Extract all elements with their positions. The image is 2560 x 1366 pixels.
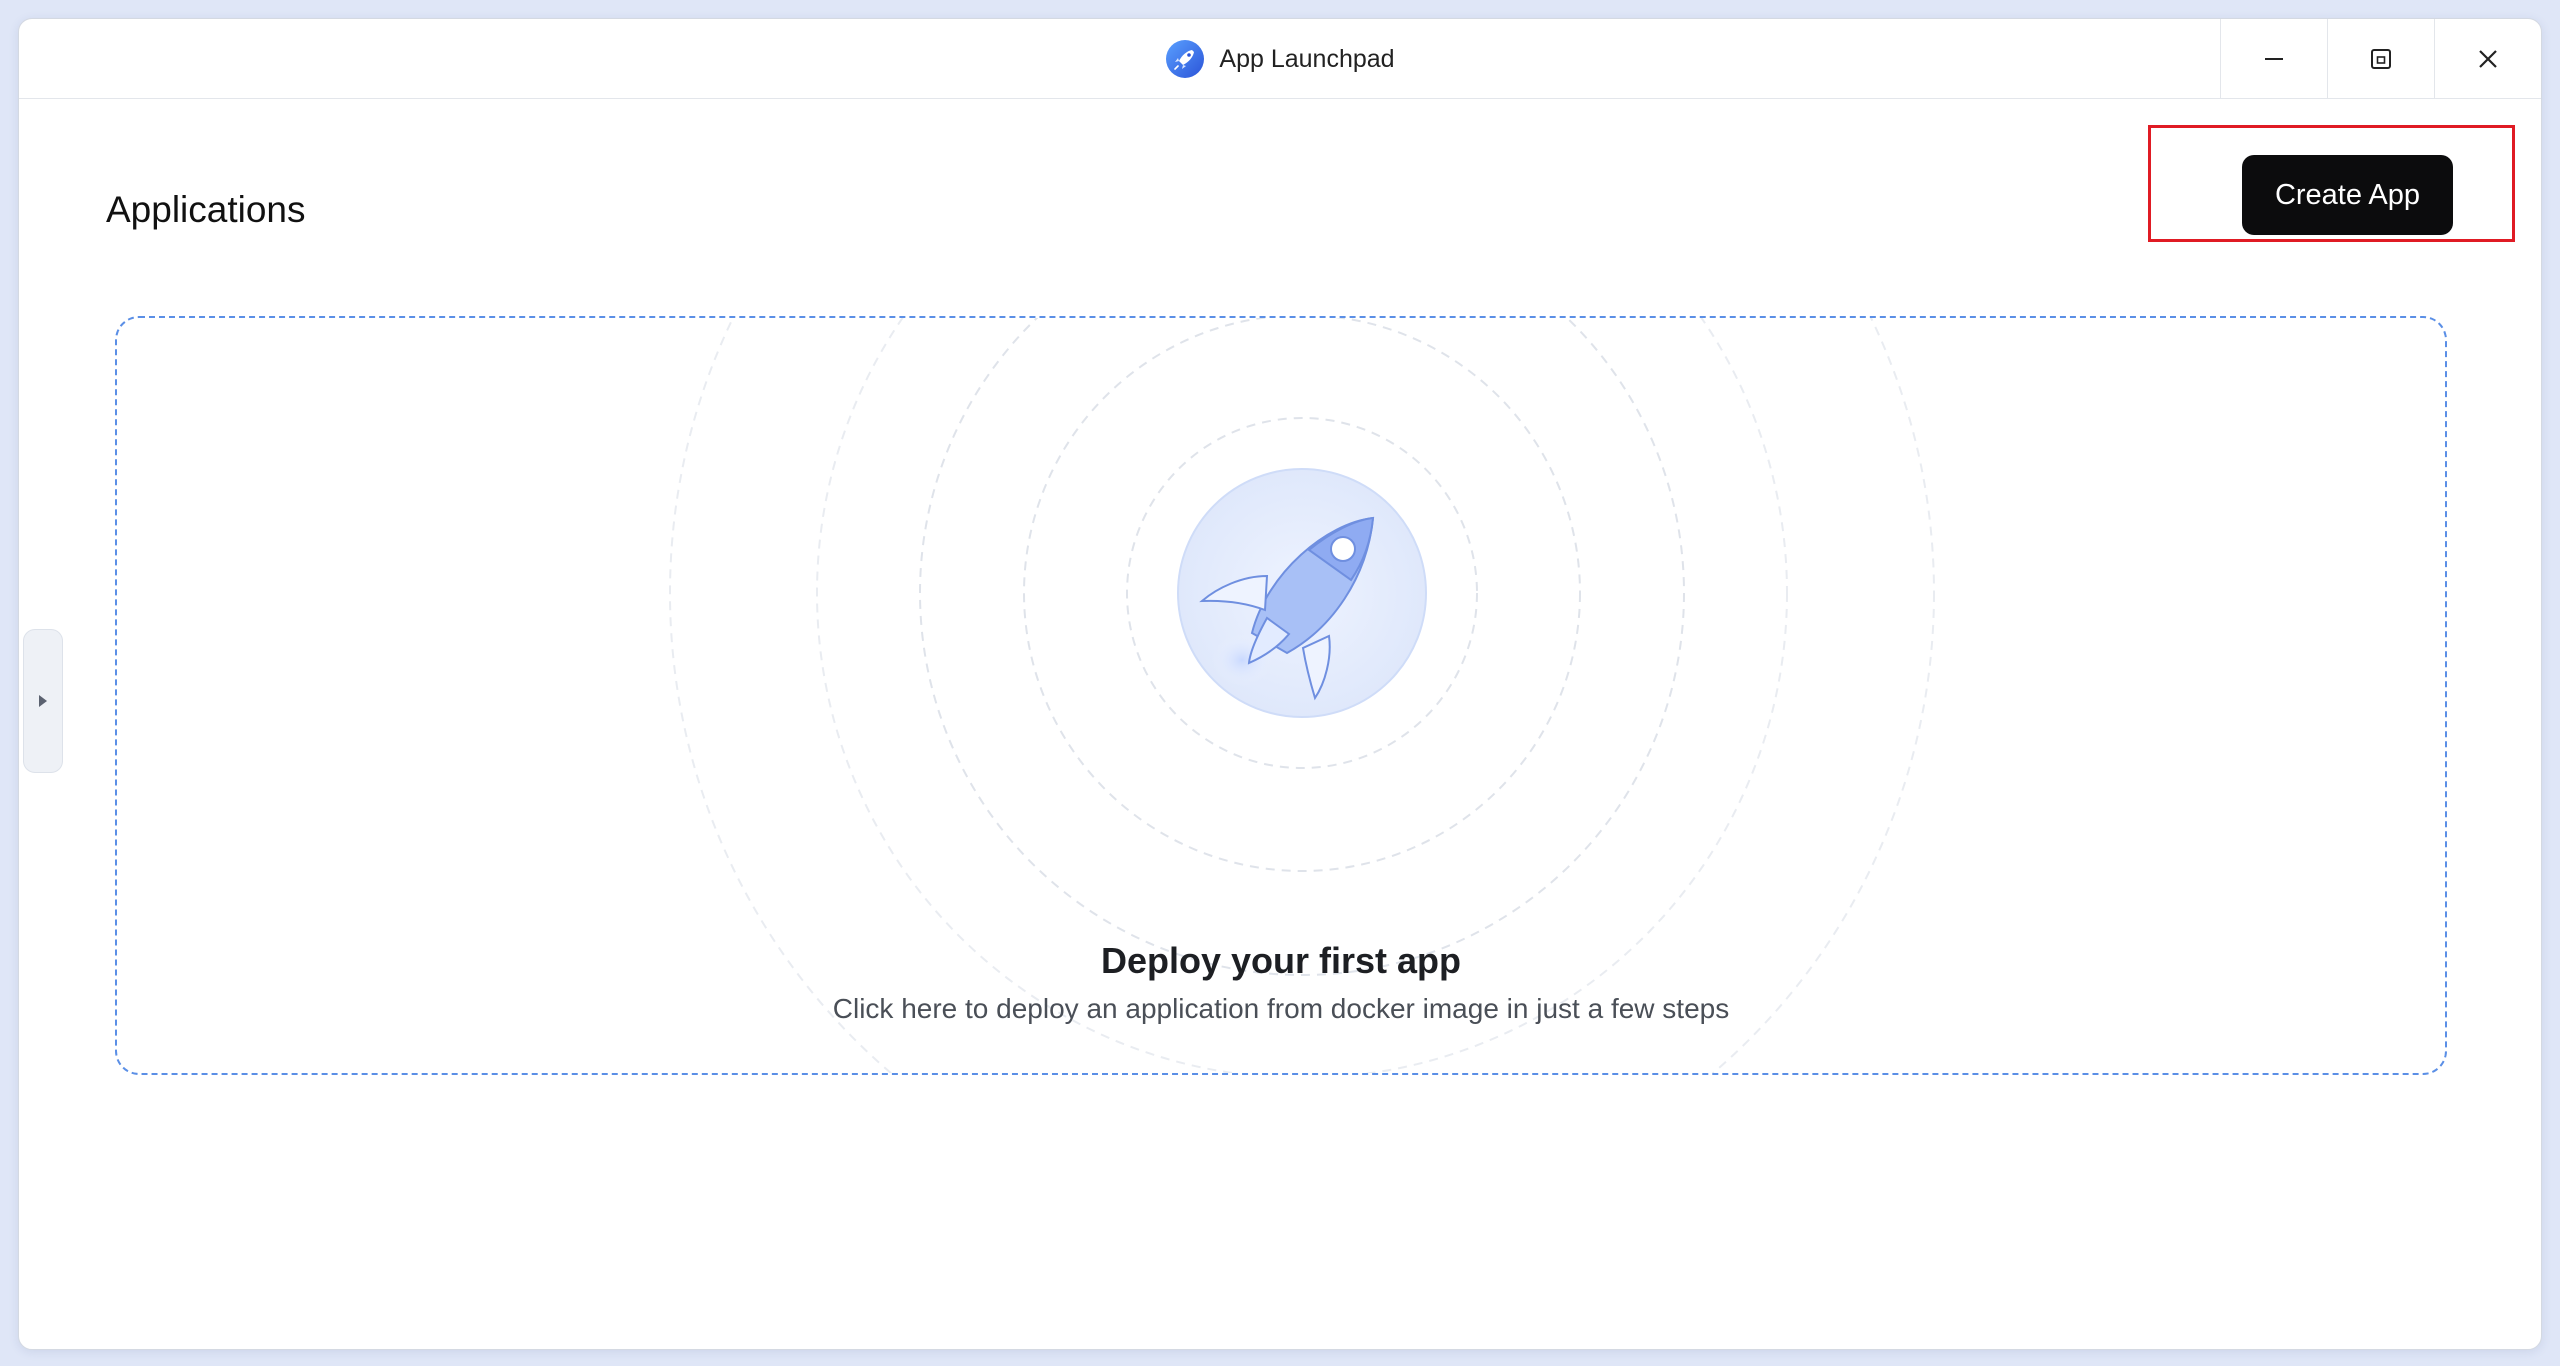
rocket-icon [1166,40,1205,78]
title-bar: App Launchpad [19,19,2541,99]
app-window: App Launchpad Applications Create App De… [18,18,2542,1350]
close-icon [2479,50,2497,68]
page-title: Applications [106,189,306,230]
window-title-group: App Launchpad [19,19,2541,99]
caret-right-icon [39,695,47,707]
window-title: App Launchpad [1219,44,1395,73]
sidebar-toggle-button[interactable] [23,629,63,773]
create-app-button[interactable]: Create App [2242,155,2453,235]
window-controls [2220,19,2541,99]
minimize-icon [2265,58,2283,60]
restore-button[interactable] [2327,19,2434,99]
restore-icon [2371,49,2391,69]
close-button[interactable] [2434,19,2541,99]
deploy-first-app-dropzone[interactable]: Deploy your first app Click here to depl… [115,316,2447,1075]
minimize-button[interactable] [2220,19,2327,99]
empty-state-subtitle: Click here to deploy an application from… [832,993,1730,1024]
empty-state-title: Deploy your first app [1100,940,1462,981]
